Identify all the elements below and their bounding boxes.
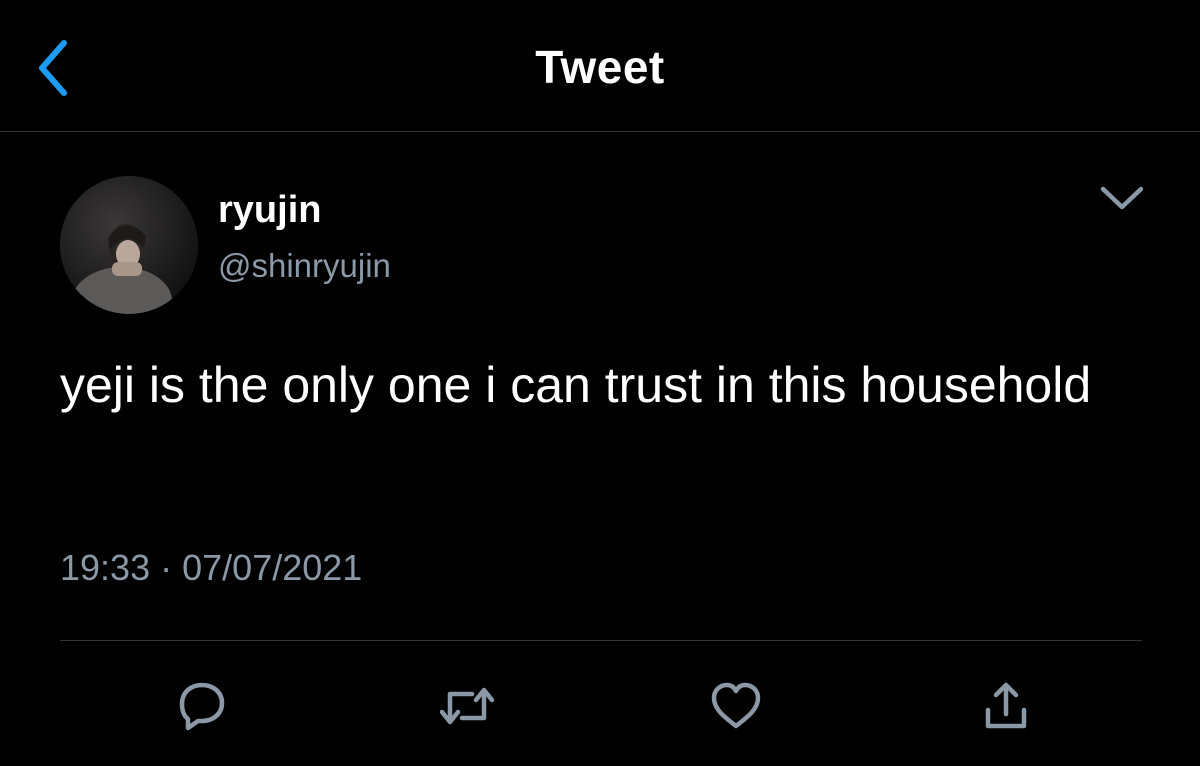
tweet-date: 07/07/2021 (182, 547, 363, 588)
chevron-down-icon (1100, 186, 1144, 210)
tweet-text: yeji is the only one i can trust in this… (60, 357, 1092, 413)
like-button[interactable] (706, 678, 766, 734)
avatar[interactable] (60, 176, 198, 314)
display-name[interactable]: ryujin (218, 188, 321, 232)
user-handle[interactable]: @shinryujin (218, 246, 391, 286)
tweet-timestamp: 19:33 · 07/07/2021 (60, 546, 362, 590)
reply-icon (179, 682, 225, 731)
retweet-icon (439, 687, 495, 725)
retweet-button[interactable] (437, 678, 497, 734)
profile-photo (60, 176, 198, 314)
more-options-button[interactable] (1096, 178, 1148, 218)
divider (60, 640, 1142, 641)
like-icon (711, 682, 761, 729)
navigation-bar: Tweet (0, 0, 1200, 132)
share-button[interactable] (976, 678, 1036, 734)
tweet-detail: ryujin @shinryujin yeji is the only one … (0, 132, 1200, 766)
share-icon (985, 682, 1027, 729)
timestamp-separator: · (160, 547, 173, 588)
tweet-time: 19:33 (60, 547, 151, 588)
reply-button[interactable] (170, 678, 230, 734)
page-title: Tweet (535, 41, 665, 93)
